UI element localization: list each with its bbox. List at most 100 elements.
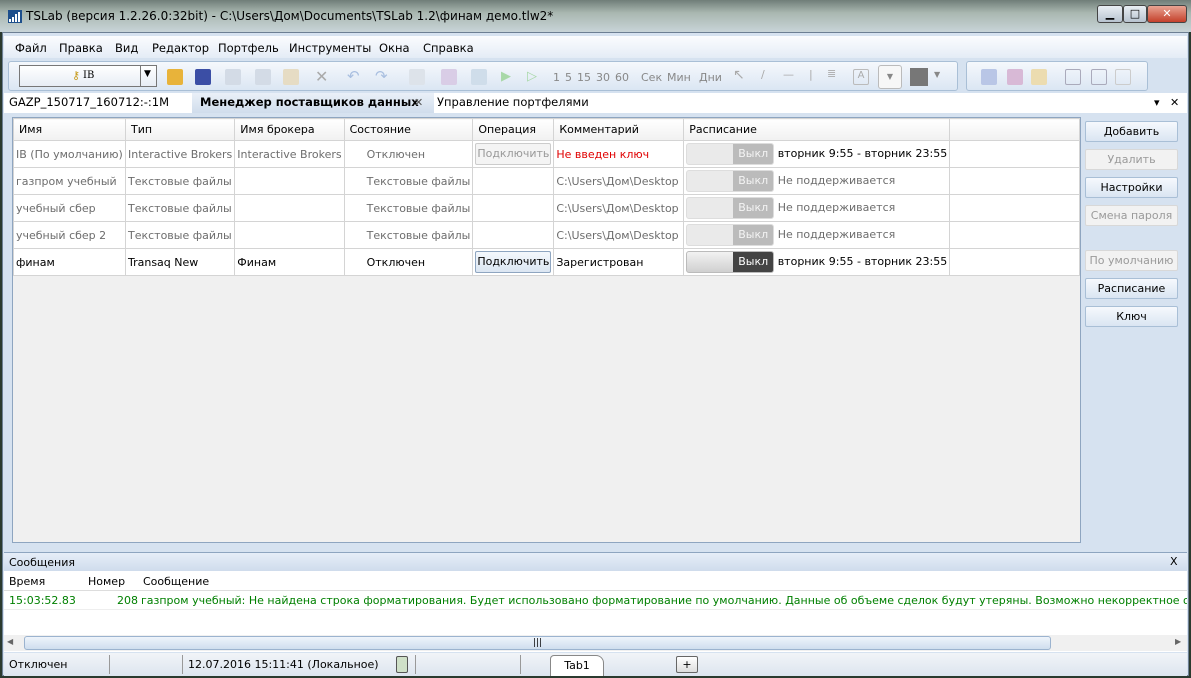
table-row[interactable]: учебный сбер 2 Текстовые файлы Текстовые ф… xyxy=(13,221,1080,249)
line-style-dropdown[interactable]: ▼ xyxy=(878,65,902,89)
period-30[interactable]: 30 xyxy=(596,71,610,84)
message-row[interactable]: 15:03:52.83 208 газпром учебный: Не найд… xyxy=(4,592,1187,610)
period-60[interactable]: 60 xyxy=(615,71,629,84)
table-row[interactable]: газпром учебный Текстовые файлы Текстовые … xyxy=(13,167,1080,195)
color-dropdown-icon[interactable]: ▼ xyxy=(934,70,940,79)
schedule-button[interactable]: Расписание xyxy=(1085,278,1178,299)
copy-icon[interactable] xyxy=(225,69,241,85)
text-icon[interactable]: A xyxy=(853,69,869,85)
schedule-toggle[interactable]: Выкл xyxy=(686,197,775,219)
period-15[interactable]: 15 xyxy=(577,71,591,84)
minimize-button[interactable]: ▁ xyxy=(1097,5,1123,23)
scrollbar-thumb[interactable]: ||| xyxy=(24,636,1051,650)
play-icon[interactable]: ▶ xyxy=(501,69,517,85)
open-layout-icon[interactable] xyxy=(1031,69,1047,85)
column-header-comment[interactable]: Комментарий xyxy=(553,118,685,141)
close-button[interactable]: ✕ xyxy=(1147,5,1187,23)
open-folder-icon[interactable] xyxy=(167,69,183,85)
schedule-toggle[interactable]: Выкл xyxy=(686,224,775,246)
delete-button[interactable]: Удалить xyxy=(1085,149,1178,170)
table-row[interactable]: финам Transaq New Финам Отключен Подключить З… xyxy=(13,248,1080,276)
cell-name: учебный сбер 2 xyxy=(13,221,126,249)
cell-broker xyxy=(234,194,345,222)
tab-list-menu-icon[interactable]: ▾ xyxy=(1154,96,1160,109)
tab-tab1[interactable]: Tab1 xyxy=(550,655,604,676)
table-row[interactable]: IB (По умолчанию) Interactive Brokers Inte… xyxy=(13,140,1080,168)
save-icon[interactable] xyxy=(195,69,211,85)
horizontal-scrollbar[interactable]: ◀ ||| ▶ xyxy=(4,635,1187,651)
redo-icon[interactable]: ↷ xyxy=(375,67,391,85)
properties-icon[interactable] xyxy=(409,69,425,85)
menu-edit[interactable]: Правка xyxy=(59,41,103,55)
add-tab-button[interactable]: + xyxy=(676,656,698,673)
menu-windows[interactable]: Окна xyxy=(379,41,410,55)
schedule-toggle[interactable]: Выкл xyxy=(686,251,775,273)
column-header-operation[interactable]: Операция xyxy=(472,118,555,141)
tab-data-providers[interactable]: Менеджер поставщиков данных ✕ xyxy=(192,93,434,113)
period-5[interactable]: 5 xyxy=(565,71,572,84)
messages-columns: Время Номер Сообщение xyxy=(4,573,1187,591)
group-icon[interactable] xyxy=(1065,69,1081,85)
maximize-button[interactable]: □ xyxy=(1123,5,1147,23)
delete-icon[interactable]: ✕ xyxy=(315,67,331,86)
fibonacci-icon[interactable]: ≣ xyxy=(827,67,843,83)
set-default-button[interactable]: По умолчанию xyxy=(1085,250,1178,271)
column-header-state[interactable]: Состояние xyxy=(343,118,474,141)
toggle-label: Выкл xyxy=(733,171,774,191)
column-header-broker[interactable]: Имя брокера xyxy=(234,118,345,141)
cell-broker xyxy=(234,221,345,249)
table-row[interactable]: учебный сбер Текстовые файлы Текстовые фай… xyxy=(13,194,1080,222)
cursor-icon[interactable]: ↖ xyxy=(733,67,749,83)
step-icon[interactable]: ▷ xyxy=(527,69,543,85)
menu-tools[interactable]: Инструменты xyxy=(289,41,371,55)
key-button[interactable]: Ключ xyxy=(1085,306,1178,327)
save-layout-icon[interactable] xyxy=(981,69,997,85)
scroll-right-icon[interactable]: ▶ xyxy=(1175,637,1181,646)
settings-button[interactable]: Настройки xyxy=(1085,177,1178,198)
column-header-type[interactable]: Тип xyxy=(124,118,236,141)
connect-button[interactable]: Подключить xyxy=(475,251,552,273)
schedule-toggle[interactable]: Выкл xyxy=(686,170,775,192)
chevron-down-icon[interactable]: ▼ xyxy=(144,69,151,79)
scroll-left-icon[interactable]: ◀ xyxy=(7,637,13,646)
unit-minutes[interactable]: Мин xyxy=(667,71,691,84)
tab-close-icon[interactable]: ✕ xyxy=(414,96,423,109)
ungroup-icon[interactable] xyxy=(1091,69,1107,85)
menu-portfolio[interactable]: Портфель xyxy=(218,41,279,55)
column-header-time[interactable]: Время xyxy=(9,575,45,588)
select-all-icon[interactable] xyxy=(1115,69,1131,85)
menu-view[interactable]: Вид xyxy=(115,41,138,55)
menu-help[interactable]: Справка xyxy=(423,41,474,55)
connect-button[interactable]: Подключить xyxy=(475,143,552,165)
key-icon: ⚷ xyxy=(72,69,81,82)
unit-days[interactable]: Дни xyxy=(699,71,722,84)
line-icon[interactable]: ∕ xyxy=(761,68,777,84)
diagram-icon[interactable] xyxy=(471,69,487,85)
period-1[interactable]: 1 xyxy=(553,71,560,84)
menu-file[interactable]: Файл xyxy=(15,41,47,55)
horizontal-line-icon[interactable]: — xyxy=(783,68,799,84)
tab-close-all-icon[interactable]: ✕ xyxy=(1170,96,1179,109)
color-swatch[interactable] xyxy=(910,68,928,86)
column-header-schedule[interactable]: Расписание xyxy=(683,118,951,141)
connection-status: Отключен xyxy=(9,658,68,671)
add-button[interactable]: Добавить xyxy=(1085,121,1178,142)
column-header-name[interactable]: Имя xyxy=(13,118,126,141)
notebook-icon[interactable] xyxy=(396,656,408,673)
undo-icon[interactable]: ↶ xyxy=(347,67,363,85)
column-header-message[interactable]: Сообщение xyxy=(143,575,209,588)
cut-icon[interactable] xyxy=(255,69,271,85)
vertical-line-icon[interactable]: | xyxy=(809,68,825,84)
column-header-number[interactable]: Номер xyxy=(88,575,125,588)
tab-gazp-chart[interactable]: GAZP_150717_160712:-:1M xyxy=(9,95,169,109)
schedule-toggle[interactable]: Выкл xyxy=(686,143,775,165)
paste-icon[interactable] xyxy=(283,69,299,85)
menu-editor[interactable]: Редактор xyxy=(152,41,209,55)
messages-close-icon[interactable]: X xyxy=(1170,555,1178,568)
provider-select[interactable]: ⚷ IB ▼ xyxy=(19,65,157,87)
unit-seconds[interactable]: Сек xyxy=(641,71,662,84)
change-password-button[interactable]: Смена пароля xyxy=(1085,205,1178,226)
tab-portfolio-management[interactable]: Управление портфелями xyxy=(437,95,589,109)
chart-icon[interactable] xyxy=(441,69,457,85)
save-as-icon[interactable] xyxy=(1007,69,1023,85)
